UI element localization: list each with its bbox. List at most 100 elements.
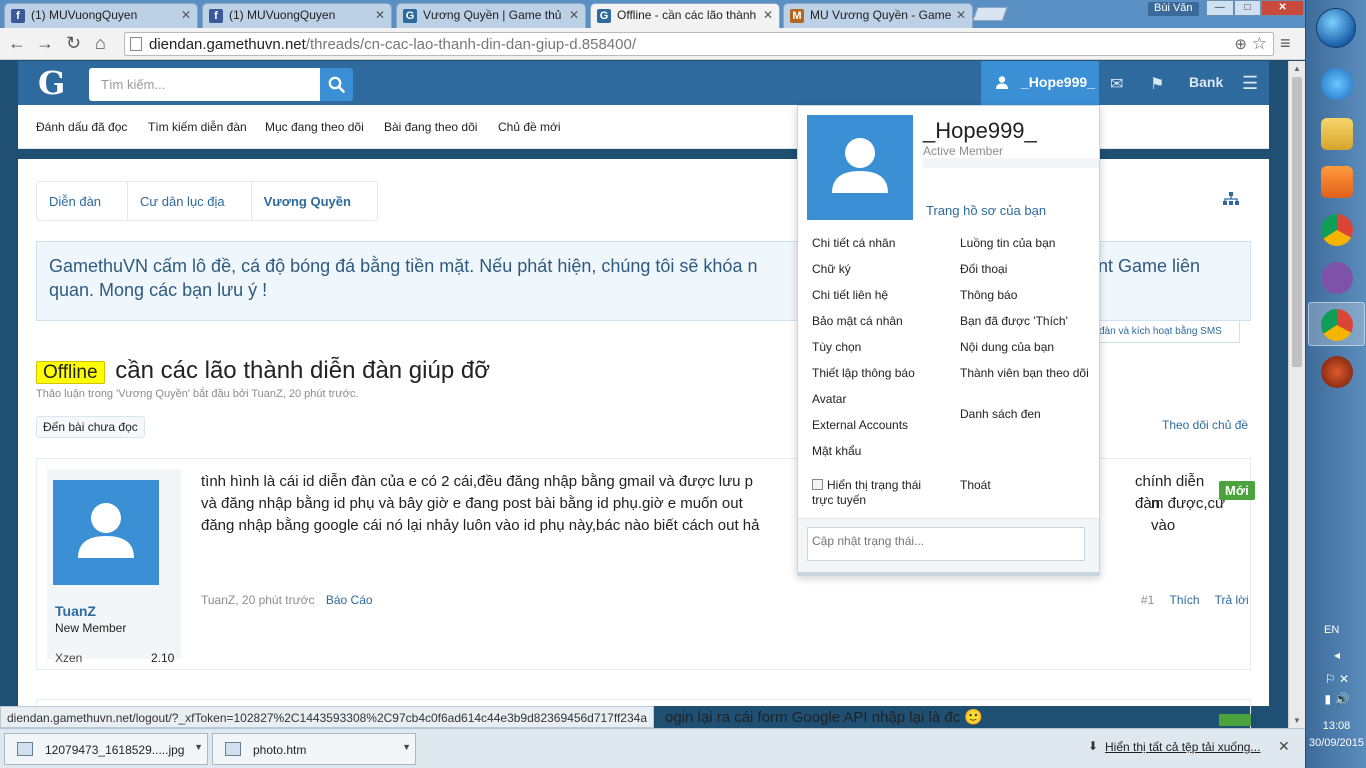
site-logo[interactable]: G — [38, 64, 65, 102]
browser-tab-2[interactable]: f (1) MUVuongQuyen ✕ — [202, 3, 392, 28]
menu-likes-received[interactable]: Bạn đã được 'Thích' — [960, 314, 1090, 340]
menu-privacy[interactable]: Bảo mật cá nhân — [812, 314, 915, 340]
close-tab-icon[interactable]: ✕ — [569, 8, 579, 22]
back-arrow-icon[interactable]: ← — [8, 33, 26, 54]
chrome-active-icon[interactable] — [1321, 309, 1353, 341]
flag-icon[interactable]: ⚑ — [1150, 74, 1164, 94]
html-file-icon — [225, 742, 241, 756]
chevron-down-icon[interactable]: ▼ — [402, 742, 411, 752]
subnav-new-threads[interactable]: Chủ đề mới — [498, 120, 561, 134]
show-all-downloads-link[interactable]: Hiển thị tất cả tệp tải xuống... — [1105, 740, 1260, 754]
menu-conversations[interactable]: Đối thoại — [960, 262, 1090, 288]
browser-tab-5[interactable]: M MU Vương Quyền - Game ✕ — [783, 3, 973, 28]
logout-link[interactable]: Thoát — [960, 478, 991, 492]
menu-preferences[interactable]: Tùy chọn — [812, 340, 915, 366]
profile-link[interactable]: Trang hồ sơ của bạn — [926, 203, 1046, 218]
search-button[interactable] — [320, 68, 353, 101]
chrome-icon[interactable] — [1321, 214, 1353, 246]
clock-time[interactable]: 13:08 — [1306, 720, 1366, 732]
jump-to-unread-button[interactable]: Đến bài chưa đọc — [36, 416, 145, 438]
menu-avatar[interactable]: Avatar — [812, 392, 915, 418]
mu-game-icon[interactable] — [1321, 356, 1353, 388]
account-menu-tab[interactable]: _Hope999_ — [981, 61, 1099, 105]
dropdown-right-column: Luồng tin của bạn Đối thoại Thông báo Bạ… — [960, 236, 1090, 433]
clock-date[interactable]: 30/09/2015 — [1306, 737, 1366, 749]
menu-personal-details[interactable]: Chi tiết cá nhân — [812, 236, 915, 262]
breadcrumb-current[interactable]: Vương Quyền — [252, 182, 377, 220]
dropdown-avatar[interactable] — [807, 115, 913, 220]
subnav-mark-read[interactable]: Đánh dấu đã đọc — [36, 120, 127, 134]
start-button[interactable] — [1316, 8, 1356, 48]
address-bar[interactable]: diendan.gamethuvn.net/threads/cn-cac-lao… — [124, 32, 1274, 56]
browser-user-badge[interactable]: Bùi Văn — [1148, 2, 1199, 16]
close-download-bar-icon[interactable]: ✕ — [1278, 738, 1290, 755]
maximize-button[interactable]: □ — [1233, 0, 1262, 16]
show-hidden-icons[interactable]: ◂ — [1312, 648, 1362, 662]
menu-ignored-users[interactable]: Danh sách đen — [960, 407, 1090, 433]
file-explorer-icon[interactable] — [1321, 118, 1353, 150]
post-author-time[interactable]: TuanZ, 20 phút trước — [201, 593, 315, 607]
menu-contact-details[interactable]: Chi tiết liên hệ — [812, 288, 915, 314]
breadcrumb-forums[interactable]: Diễn đàn — [37, 182, 129, 220]
report-link[interactable]: Báo Cáo — [326, 593, 373, 607]
scroll-up-icon[interactable]: ▲ — [1293, 64, 1301, 73]
online-status-toggle[interactable]: Hiển thị trạng thái trực tuyến — [812, 478, 942, 508]
browser-tab-3[interactable]: G Vương Quyền | Game thủ ✕ — [396, 3, 586, 28]
avatar[interactable] — [53, 480, 159, 585]
forward-arrow-icon[interactable]: → — [36, 33, 54, 54]
hamburger-menu-icon[interactable]: ☰ — [1242, 73, 1258, 94]
menu-news-feed[interactable]: Luồng tin của bạn — [960, 236, 1090, 262]
search-input[interactable] — [89, 68, 320, 101]
download-item-2[interactable]: photo.htm ▼ — [212, 733, 416, 765]
menu-signature[interactable]: Chữ ký — [812, 262, 915, 288]
menu-password[interactable]: Mật khẩu — [812, 444, 915, 470]
bank-link[interactable]: Bank — [1189, 74, 1223, 90]
post-username[interactable]: TuanZ — [55, 603, 96, 619]
like-link[interactable]: Thích — [1169, 593, 1199, 607]
url-text[interactable]: diendan.gamethuvn.net/threads/cn-cac-lao… — [149, 36, 636, 53]
new-tab-button[interactable] — [972, 7, 1008, 21]
envelope-icon[interactable]: ✉ — [1110, 74, 1123, 94]
internet-explorer-icon[interactable] — [1321, 68, 1353, 100]
reload-icon[interactable]: ↻ — [66, 33, 81, 54]
network-icon[interactable]: ⚐ ✕ — [1312, 672, 1362, 686]
scroll-down-icon[interactable]: ▼ — [1293, 716, 1301, 725]
browser-tab-1[interactable]: f (1) MUVuongQuyen ✕ — [4, 3, 198, 28]
minimize-button[interactable]: — — [1206, 0, 1234, 16]
menu-following[interactable]: Thành viên bạn theo dõi — [960, 366, 1090, 407]
tray-icons[interactable]: ▮ 🔊 — [1312, 692, 1362, 706]
media-player-icon[interactable] — [1321, 166, 1353, 198]
close-window-button[interactable]: ✕ — [1261, 0, 1305, 16]
browser-menu-icon[interactable]: ≡ — [1280, 33, 1291, 54]
online-status-checkbox[interactable] — [812, 479, 823, 490]
menu-external-accounts[interactable]: External Accounts — [812, 418, 915, 444]
close-tab-icon[interactable]: ✕ — [956, 8, 966, 22]
sms-activation-link[interactable]: đàn và kích hoạt bằng SMS — [1088, 321, 1240, 343]
zoom-icon[interactable]: ⊕ — [1234, 35, 1247, 53]
close-tab-icon[interactable]: ✕ — [763, 8, 773, 22]
close-tab-icon[interactable]: ✕ — [375, 8, 385, 22]
bookmark-star-icon[interactable]: ☆ — [1252, 34, 1267, 54]
scrollbar-thumb[interactable] — [1292, 77, 1302, 367]
menu-alert-preferences[interactable]: Thiết lập thông báo — [812, 366, 915, 392]
post-number[interactable]: #1 — [1141, 593, 1154, 607]
menu-your-content[interactable]: Nội dung của bạn — [960, 340, 1090, 366]
sitemap-icon[interactable] — [1223, 192, 1239, 205]
subnav-watched-threads[interactable]: Mục đang theo dõi — [265, 120, 364, 134]
chevron-down-icon[interactable]: ▼ — [194, 742, 203, 752]
watch-thread-link[interactable]: Theo dõi chủ đề — [1162, 418, 1248, 432]
dropdown-username[interactable]: _Hope999_ — [923, 118, 1037, 144]
subnav-watched-posts[interactable]: Bài đang theo dõi — [384, 120, 477, 134]
breadcrumb-category[interactable]: Cư dân lục địa — [128, 182, 252, 220]
reply-link[interactable]: Trả lời — [1215, 593, 1249, 607]
browser-tab-4-active[interactable]: G Offline - cần các lão thành ✕ — [590, 3, 780, 28]
home-icon[interactable]: ⌂ — [95, 33, 106, 54]
input-language[interactable]: EN — [1324, 624, 1339, 636]
close-tab-icon[interactable]: ✕ — [181, 8, 191, 22]
page-scrollbar[interactable]: ▲ ▼ — [1288, 61, 1305, 728]
download-item-1[interactable]: 12079473_1618529.....jpg ▼ — [4, 733, 208, 765]
status-update-input[interactable] — [807, 527, 1085, 561]
subnav-search-forum[interactable]: Tìm kiếm diễn đàn — [148, 120, 247, 134]
viber-icon[interactable] — [1321, 262, 1353, 294]
menu-alerts[interactable]: Thông báo — [960, 288, 1090, 314]
